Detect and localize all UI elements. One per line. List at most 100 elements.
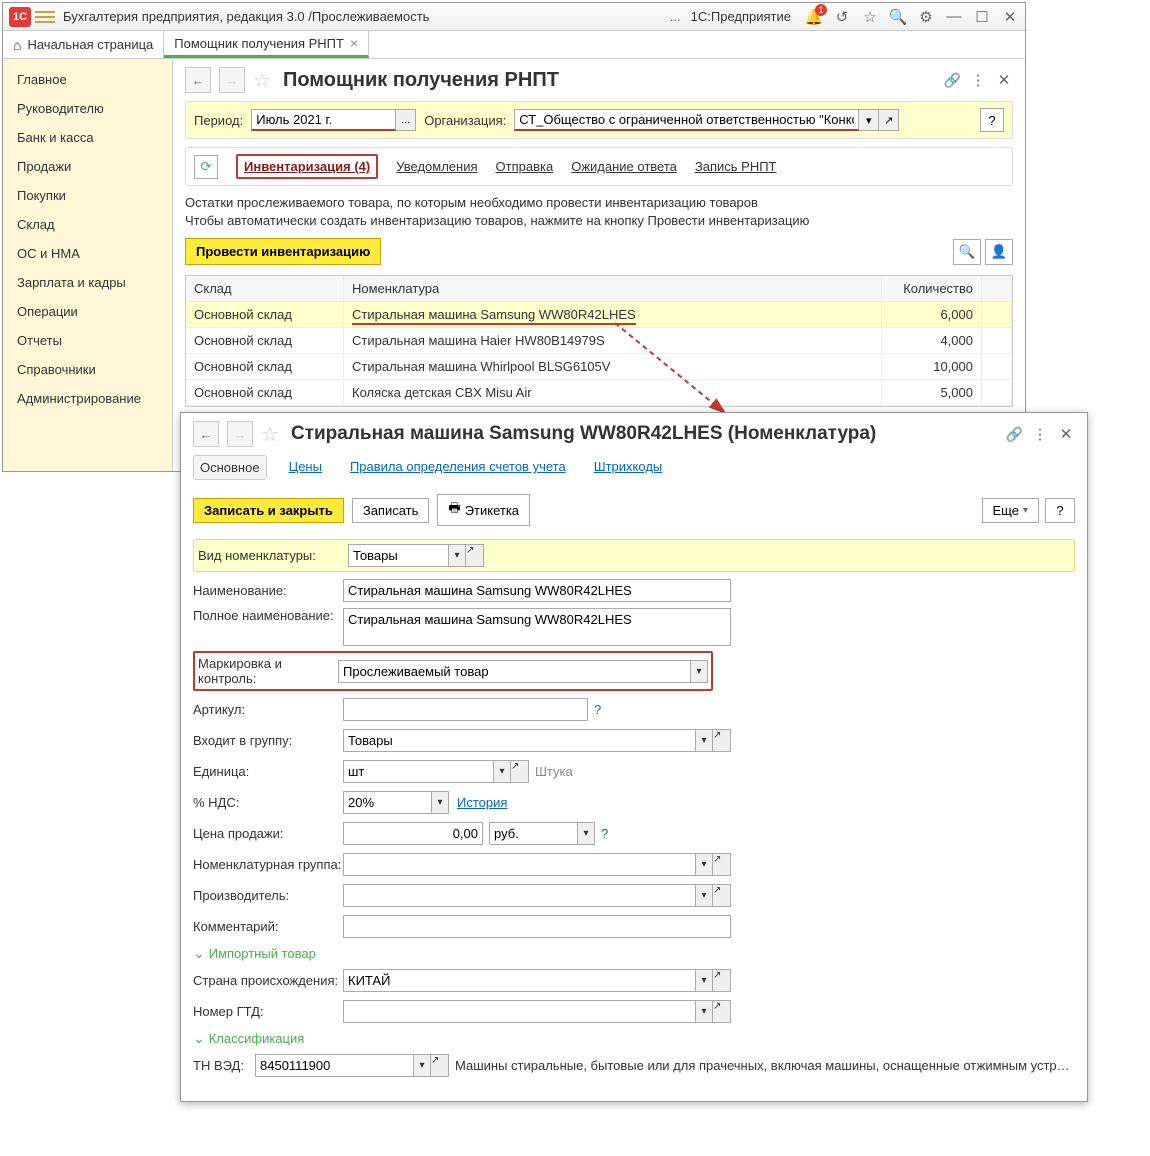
minimize-icon[interactable]: — [945, 8, 963, 26]
save-button[interactable]: Записать [352, 498, 430, 523]
refresh-button[interactable]: ⟳ [194, 155, 218, 179]
open-icon[interactable]: ↗ [713, 729, 731, 752]
label-button[interactable]: 🖶Этикетка [437, 494, 530, 526]
fullname-input[interactable] [343, 608, 731, 646]
table-row[interactable]: Основной склад Коляска детская CBX Misu … [186, 380, 1012, 406]
tab-prices[interactable]: Цены [283, 455, 328, 480]
sidebar-item-bank[interactable]: Банк и касса [3, 123, 172, 152]
menu-icon[interactable] [35, 7, 55, 27]
nav-forward-button[interactable]: → [227, 421, 253, 447]
sidebar-item-sales[interactable]: Продажи [3, 152, 172, 181]
help-icon[interactable]: ? [601, 826, 608, 841]
dropdown-icon[interactable]: ▾ [695, 969, 713, 992]
col-qty[interactable]: Количество [882, 276, 982, 301]
sidebar-item-purchases[interactable]: Покупки [3, 181, 172, 210]
producer-input[interactable] [343, 884, 695, 907]
dropdown-icon[interactable]: ▾ [577, 822, 595, 845]
table-row[interactable]: Основной склад Стиральная машина Whirlpo… [186, 354, 1012, 380]
nav-back-button[interactable]: ← [185, 67, 211, 93]
sidebar-item-operations[interactable]: Операции [3, 297, 172, 326]
tab-waiting[interactable]: Ожидание ответа [571, 159, 677, 174]
table-row[interactable]: Основной склад Стиральная машина Haier H… [186, 328, 1012, 354]
article-input[interactable] [343, 698, 588, 721]
org-open-button[interactable]: ↗ [879, 109, 899, 131]
comment-input[interactable] [343, 915, 731, 938]
open-icon[interactable]: ↗ [511, 760, 529, 783]
star-icon[interactable]: ☆ [861, 8, 879, 26]
sidebar-item-catalogs[interactable]: Справочники [3, 355, 172, 384]
tab-rnpt-helper[interactable]: Помощник получения РНПТ× [164, 31, 369, 58]
open-icon[interactable]: ↗ [713, 969, 731, 992]
dropdown-icon[interactable]: ▾ [695, 1000, 713, 1023]
link-icon[interactable]: 🔗 [944, 72, 961, 89]
sidebar-item-assets[interactable]: ОС и НМА [3, 239, 172, 268]
group-input[interactable] [343, 729, 695, 752]
search-table-button[interactable]: 🔍 [953, 239, 981, 265]
run-inventory-button[interactable]: Провести инвентаризацию [185, 238, 381, 265]
open-icon[interactable]: ↗ [713, 884, 731, 907]
save-close-button[interactable]: Записать и закрыть [193, 498, 344, 523]
open-icon[interactable]: ↗ [713, 1000, 731, 1023]
dropdown-icon[interactable]: ▾ [413, 1054, 431, 1077]
tab-account-rules[interactable]: Правила определения счетов учета [344, 455, 572, 480]
period-picker-button[interactable]: ... [396, 109, 416, 131]
bell-icon[interactable]: 🔔1 [805, 8, 823, 26]
name-input[interactable] [343, 579, 731, 602]
favorite-star-icon[interactable]: ☆ [253, 68, 271, 93]
nav-forward-button[interactable]: → [219, 67, 245, 93]
open-icon[interactable]: ↗ [431, 1054, 449, 1077]
kind-input[interactable] [348, 544, 448, 567]
maximize-icon[interactable]: ☐ [973, 8, 991, 26]
tab-record[interactable]: Запись РНПТ [695, 159, 777, 174]
settings-icon[interactable]: ⚙ [917, 8, 935, 26]
tab-main[interactable]: Основное [193, 455, 267, 480]
tab-inventory[interactable]: Инвентаризация (4) [244, 159, 370, 174]
sidebar-item-admin[interactable]: Администрирование [3, 384, 172, 413]
user-filter-button[interactable]: 👤 [985, 239, 1013, 265]
more-button[interactable]: Еще [982, 498, 1039, 523]
help-icon[interactable]: ? [594, 702, 601, 717]
dropdown-icon[interactable]: ▾ [695, 729, 713, 752]
sidebar-item-payroll[interactable]: Зарплата и кадры [3, 268, 172, 297]
search-icon[interactable]: 🔍 [889, 8, 907, 26]
tab-barcodes[interactable]: Штрихкоды [588, 455, 669, 480]
vat-input[interactable] [343, 791, 431, 814]
period-input[interactable] [251, 109, 396, 131]
help-button[interactable]: ? [980, 108, 1004, 132]
tab-home[interactable]: ⌂Начальная страница [3, 31, 164, 58]
close-window-icon[interactable]: ✕ [1001, 8, 1019, 26]
marking-input[interactable] [338, 660, 690, 683]
dropdown-icon[interactable]: ▾ [493, 760, 511, 783]
nomgroup-input[interactable] [343, 853, 695, 876]
org-dropdown-button[interactable]: ▾ [859, 109, 879, 131]
price-input[interactable] [343, 822, 483, 845]
nav-back-button[interactable]: ← [193, 421, 219, 447]
help-button[interactable]: ? [1045, 498, 1075, 523]
sidebar-item-main[interactable]: Главное [3, 65, 172, 94]
kebab-icon[interactable]: ⋮ [1031, 425, 1049, 443]
history-icon[interactable]: ↺ [833, 8, 851, 26]
close-page-icon[interactable]: ✕ [1057, 425, 1075, 443]
link-icon[interactable]: 🔗 [1006, 426, 1023, 443]
tnved-input[interactable] [255, 1054, 413, 1077]
open-icon[interactable]: ↗ [466, 544, 484, 567]
vat-history-link[interactable]: История [457, 795, 507, 810]
favorite-star-icon[interactable]: ☆ [261, 422, 279, 447]
open-icon[interactable]: ↗ [713, 853, 731, 876]
col-warehouse[interactable]: Склад [186, 276, 344, 301]
close-page-icon[interactable]: ✕ [995, 71, 1013, 89]
tab-send[interactable]: Отправка [496, 159, 554, 174]
dropdown-icon[interactable]: ▾ [695, 884, 713, 907]
dropdown-icon[interactable]: ▾ [690, 660, 708, 683]
table-row[interactable]: Основной склад Стиральная машина Samsung… [186, 302, 1012, 328]
kebab-icon[interactable]: ⋮ [969, 71, 987, 89]
dropdown-icon[interactable]: ▾ [695, 853, 713, 876]
import-group-header[interactable]: Импортный товар [193, 945, 1075, 962]
currency-input[interactable] [489, 822, 577, 845]
gtd-input[interactable] [343, 1000, 695, 1023]
org-input[interactable] [514, 109, 859, 131]
sidebar-item-warehouse[interactable]: Склад [3, 210, 172, 239]
col-item[interactable]: Номенклатура [344, 276, 882, 301]
sidebar-item-reports[interactable]: Отчеты [3, 326, 172, 355]
unit-input[interactable] [343, 760, 493, 783]
